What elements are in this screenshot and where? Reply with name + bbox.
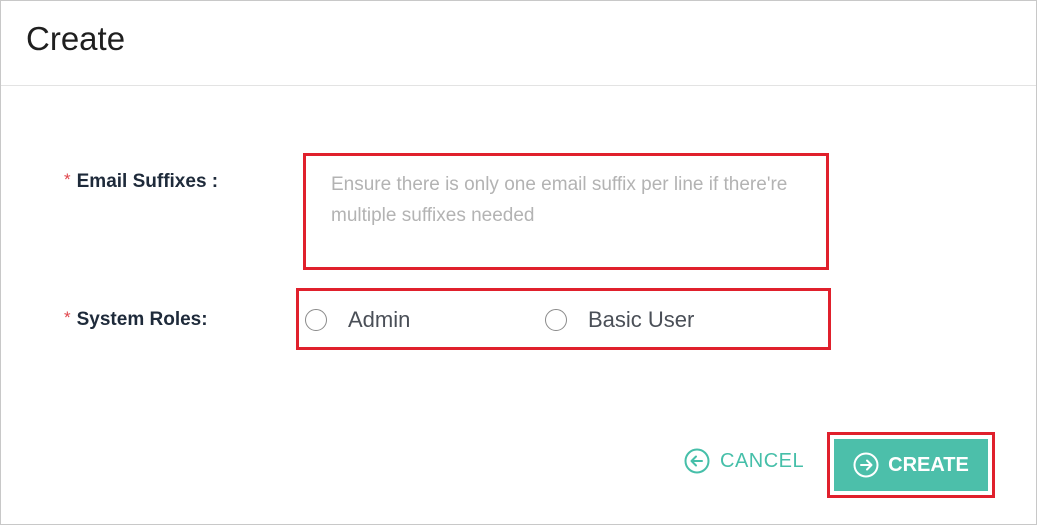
create-button[interactable]: CREATE	[834, 439, 988, 491]
required-marker: *	[64, 170, 71, 189]
radio-basic-user-label[interactable]: Basic User	[588, 307, 694, 333]
arrow-left-circle-icon	[684, 448, 710, 474]
dialog-header: Create	[1, 1, 1036, 86]
dialog-title: Create	[26, 20, 126, 57]
arrow-right-circle-icon	[853, 452, 879, 478]
create-dialog: Create *Email Suffixes : *System Roles: …	[0, 0, 1037, 525]
email-suffixes-label-text: Email Suffixes :	[76, 171, 219, 192]
radio-admin-circle[interactable]	[305, 309, 327, 331]
system-roles-label-text: System Roles:	[76, 309, 208, 330]
radio-admin-label[interactable]: Admin	[348, 307, 410, 333]
cancel-button[interactable]: CANCEL	[684, 448, 804, 474]
radio-basic-user-circle[interactable]	[545, 309, 567, 331]
radio-basic-user[interactable]: Basic User	[545, 307, 694, 333]
create-button-highlight: CREATE	[827, 432, 995, 498]
create-button-label: CREATE	[888, 453, 969, 476]
email-suffixes-label: * Email Suffixes :	[64, 170, 219, 193]
email-suffixes-input[interactable]	[311, 161, 821, 262]
required-marker: *	[64, 308, 71, 327]
system-roles-label: * System Roles:	[64, 308, 208, 331]
system-roles-highlight: Admin Basic User	[296, 288, 831, 350]
email-suffixes-highlight	[303, 153, 829, 270]
radio-admin[interactable]: Admin	[305, 307, 410, 333]
cancel-button-label: CANCEL	[720, 449, 805, 472]
